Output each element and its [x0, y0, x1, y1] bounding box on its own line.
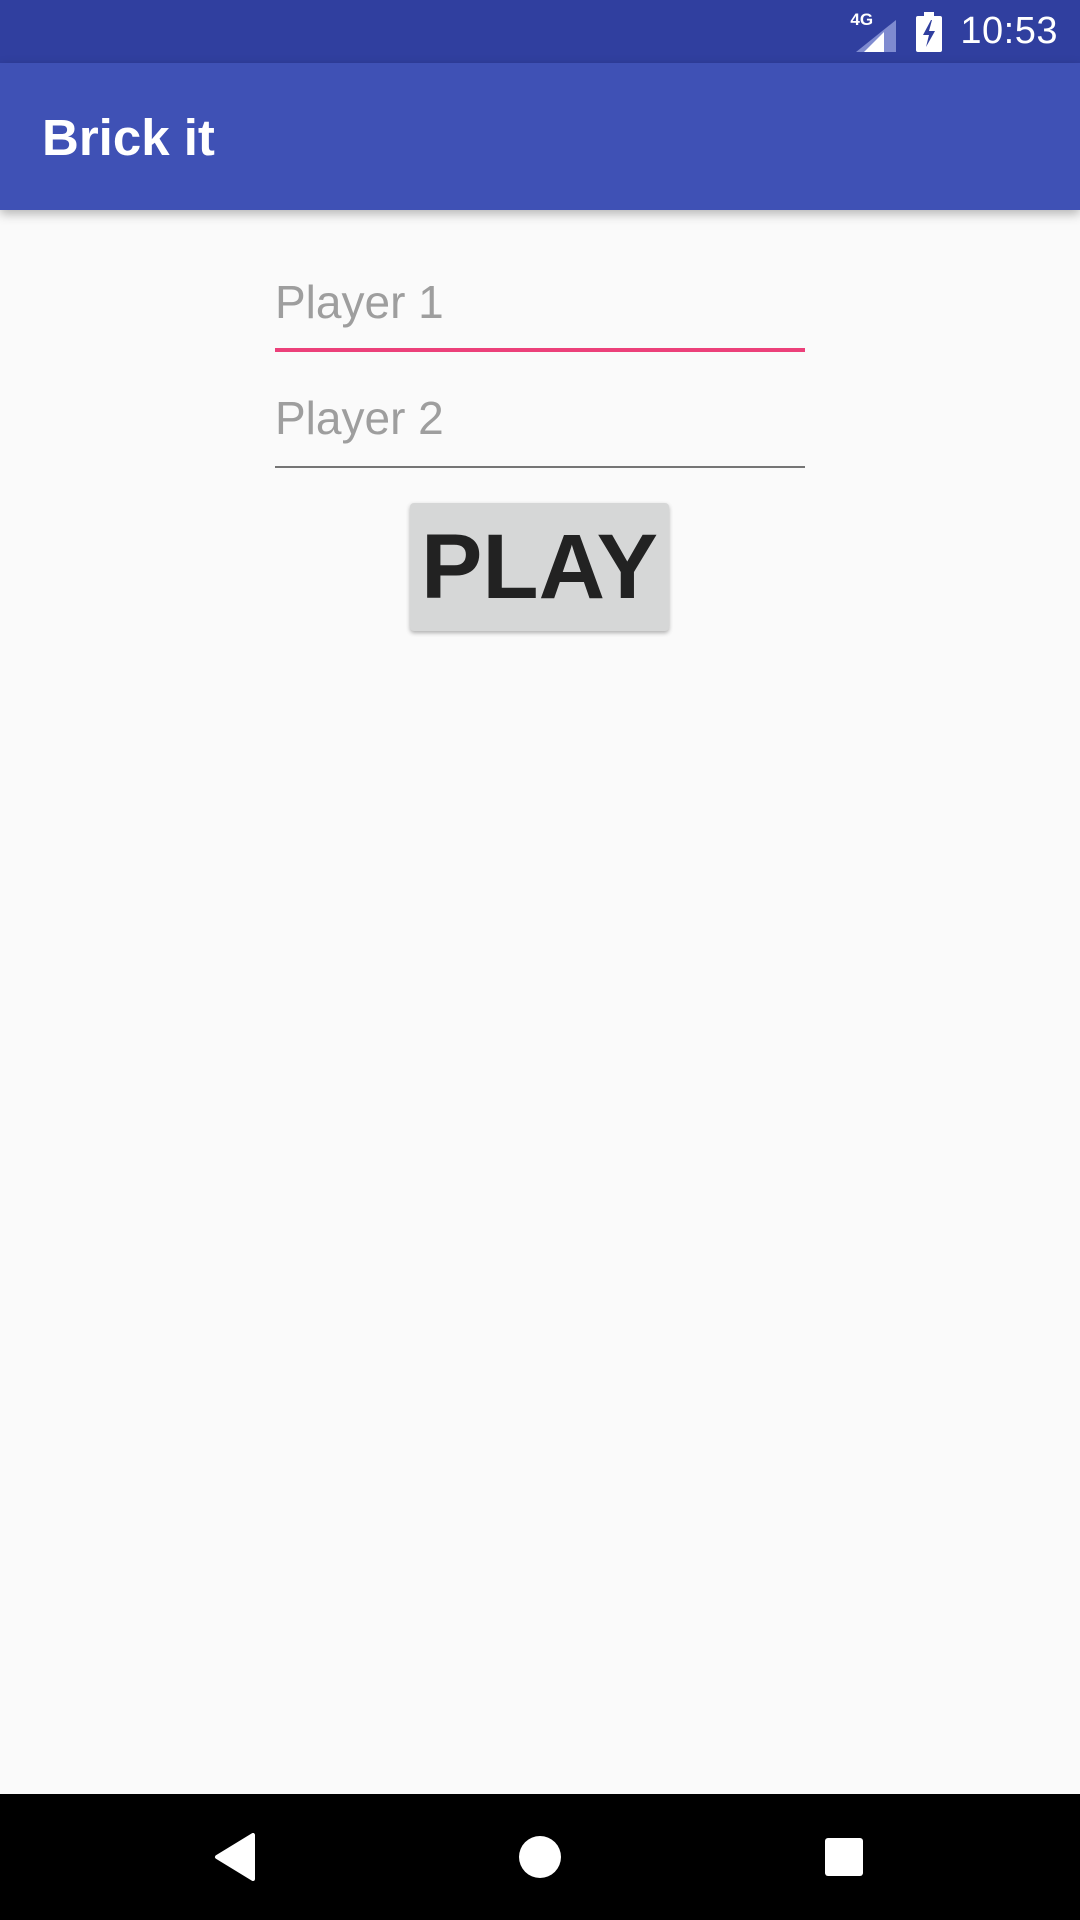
player1-field — [275, 262, 805, 352]
app-title: Brick it — [42, 109, 215, 166]
player2-underline — [275, 466, 805, 468]
player2-field — [275, 378, 805, 468]
recents-icon[interactable] — [809, 1822, 879, 1892]
player2-input[interactable] — [275, 378, 805, 458]
cell-signal-icon: 4G — [850, 10, 898, 52]
home-icon[interactable] — [505, 1822, 575, 1892]
app-bar: Brick it — [0, 63, 1080, 210]
player1-input[interactable] — [275, 262, 805, 342]
status-icons: 4G 10:53 — [850, 0, 1058, 63]
play-button[interactable]: PLAY — [410, 503, 669, 631]
back-icon[interactable] — [200, 1822, 270, 1892]
player1-underline — [275, 348, 805, 352]
navigation-bar — [0, 1794, 1080, 1920]
battery-charging-icon — [916, 11, 943, 52]
status-bar: 4G 10:53 — [0, 0, 1080, 63]
status-clock: 10:53 — [960, 10, 1058, 52]
